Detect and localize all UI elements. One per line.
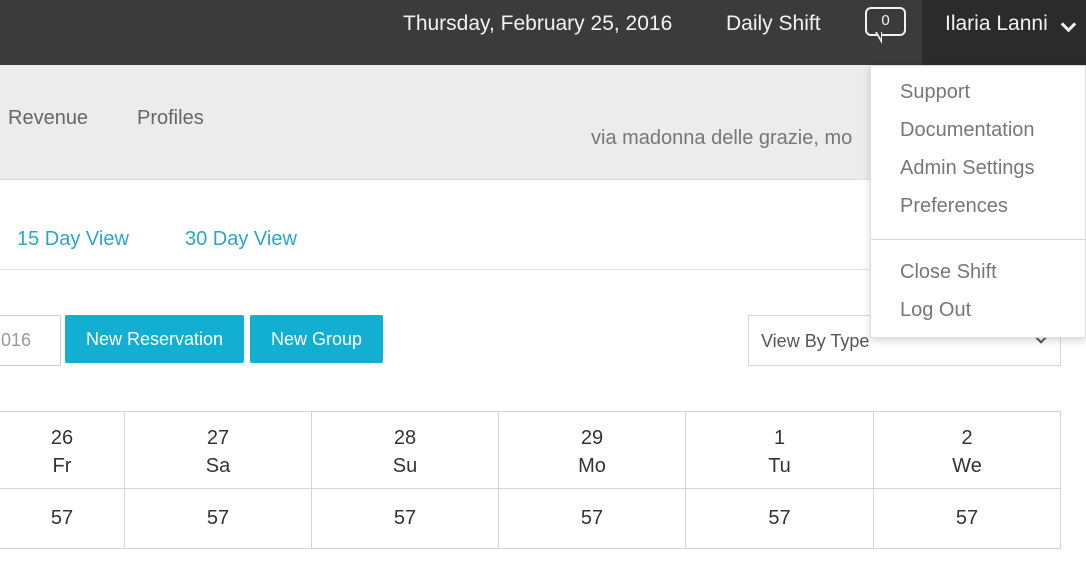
calendar-column: 28 Su 57	[311, 412, 498, 548]
day-number: 1	[773, 427, 786, 449]
weekday: Sa	[205, 455, 231, 477]
calendar-day-header: 2 We	[874, 412, 1060, 489]
calendar-column: 29 Mo 57	[498, 412, 685, 548]
nav-item-profiles[interactable]: Profiles	[137, 107, 204, 130]
view-by-type-value: View By Type	[761, 331, 870, 351]
new-group-button[interactable]: New Group	[250, 315, 383, 363]
availability-cell[interactable]: 57	[312, 489, 498, 548]
calendar-day-header: 28 Su	[312, 412, 498, 489]
availability-cell[interactable]: 57	[0, 489, 124, 548]
day-number: 2	[961, 427, 973, 449]
messages-button[interactable]: 0	[865, 7, 906, 47]
day-number: 29	[580, 427, 604, 449]
shift-label[interactable]: Daily Shift	[726, 12, 821, 36]
new-reservation-button[interactable]: New Reservation	[65, 315, 244, 363]
tab-30-day-view[interactable]: 30 Day View	[185, 228, 297, 251]
tab-15-day-view[interactable]: 15 Day View	[17, 228, 129, 251]
menu-item-close-shift[interactable]: Close Shift	[900, 261, 997, 284]
calendar-column: 26 Fr 57	[0, 412, 124, 548]
user-name: Ilaria Lanni	[945, 12, 1048, 35]
start-date-value: 016	[1, 330, 32, 350]
nav-item-revenue[interactable]: Revenue	[8, 107, 88, 130]
availability-calendar: 26 Fr 57 27 Sa 57 28 Su 57 29 Mo 57 1 Tu…	[0, 411, 1061, 549]
weekday: Fr	[52, 455, 72, 477]
weekday: Su	[392, 455, 418, 477]
messages-count: 0	[881, 12, 890, 29]
calendar-day-header: 1 Tu	[686, 412, 873, 489]
calendar-day-header: 29 Mo	[499, 412, 685, 489]
user-dropdown-menu: Support Documentation Admin Settings Pre…	[870, 65, 1086, 338]
start-date-input[interactable]: 016	[0, 315, 61, 366]
calendar-column: 2 We 57	[873, 412, 1060, 548]
menu-item-admin-settings[interactable]: Admin Settings	[900, 157, 1035, 180]
day-number: 28	[393, 427, 417, 449]
top-bar: Thursday, February 25, 2016 Daily Shift …	[0, 0, 1086, 65]
calendar-day-header: 27 Sa	[125, 412, 311, 489]
menu-divider	[871, 239, 1086, 240]
menu-item-support[interactable]: Support	[900, 81, 970, 104]
calendar-column: 1 Tu 57	[685, 412, 873, 548]
menu-item-preferences[interactable]: Preferences	[900, 195, 1008, 218]
availability-cell[interactable]: 57	[686, 489, 873, 548]
current-date: Thursday, February 25, 2016	[403, 12, 673, 35]
weekday: Mo	[578, 455, 606, 477]
chevron-down-icon	[1060, 16, 1077, 33]
menu-item-documentation[interactable]: Documentation	[900, 119, 1035, 142]
weekday: Tu	[768, 455, 791, 477]
chat-bubble-tail-inner	[877, 32, 881, 39]
availability-cell[interactable]: 57	[874, 489, 1060, 548]
day-number: 27	[206, 427, 230, 449]
weekday: We	[952, 455, 982, 477]
user-menu-toggle[interactable]: Ilaria Lanni	[922, 0, 1086, 65]
calendar-day-header: 26 Fr	[0, 412, 124, 489]
day-number: 26	[50, 427, 74, 449]
property-address: via madonna delle grazie, mo	[591, 127, 853, 149]
availability-cell[interactable]: 57	[125, 489, 311, 548]
availability-cell[interactable]: 57	[499, 489, 685, 548]
menu-item-log-out[interactable]: Log Out	[900, 299, 971, 322]
calendar-column: 27 Sa 57	[124, 412, 311, 548]
